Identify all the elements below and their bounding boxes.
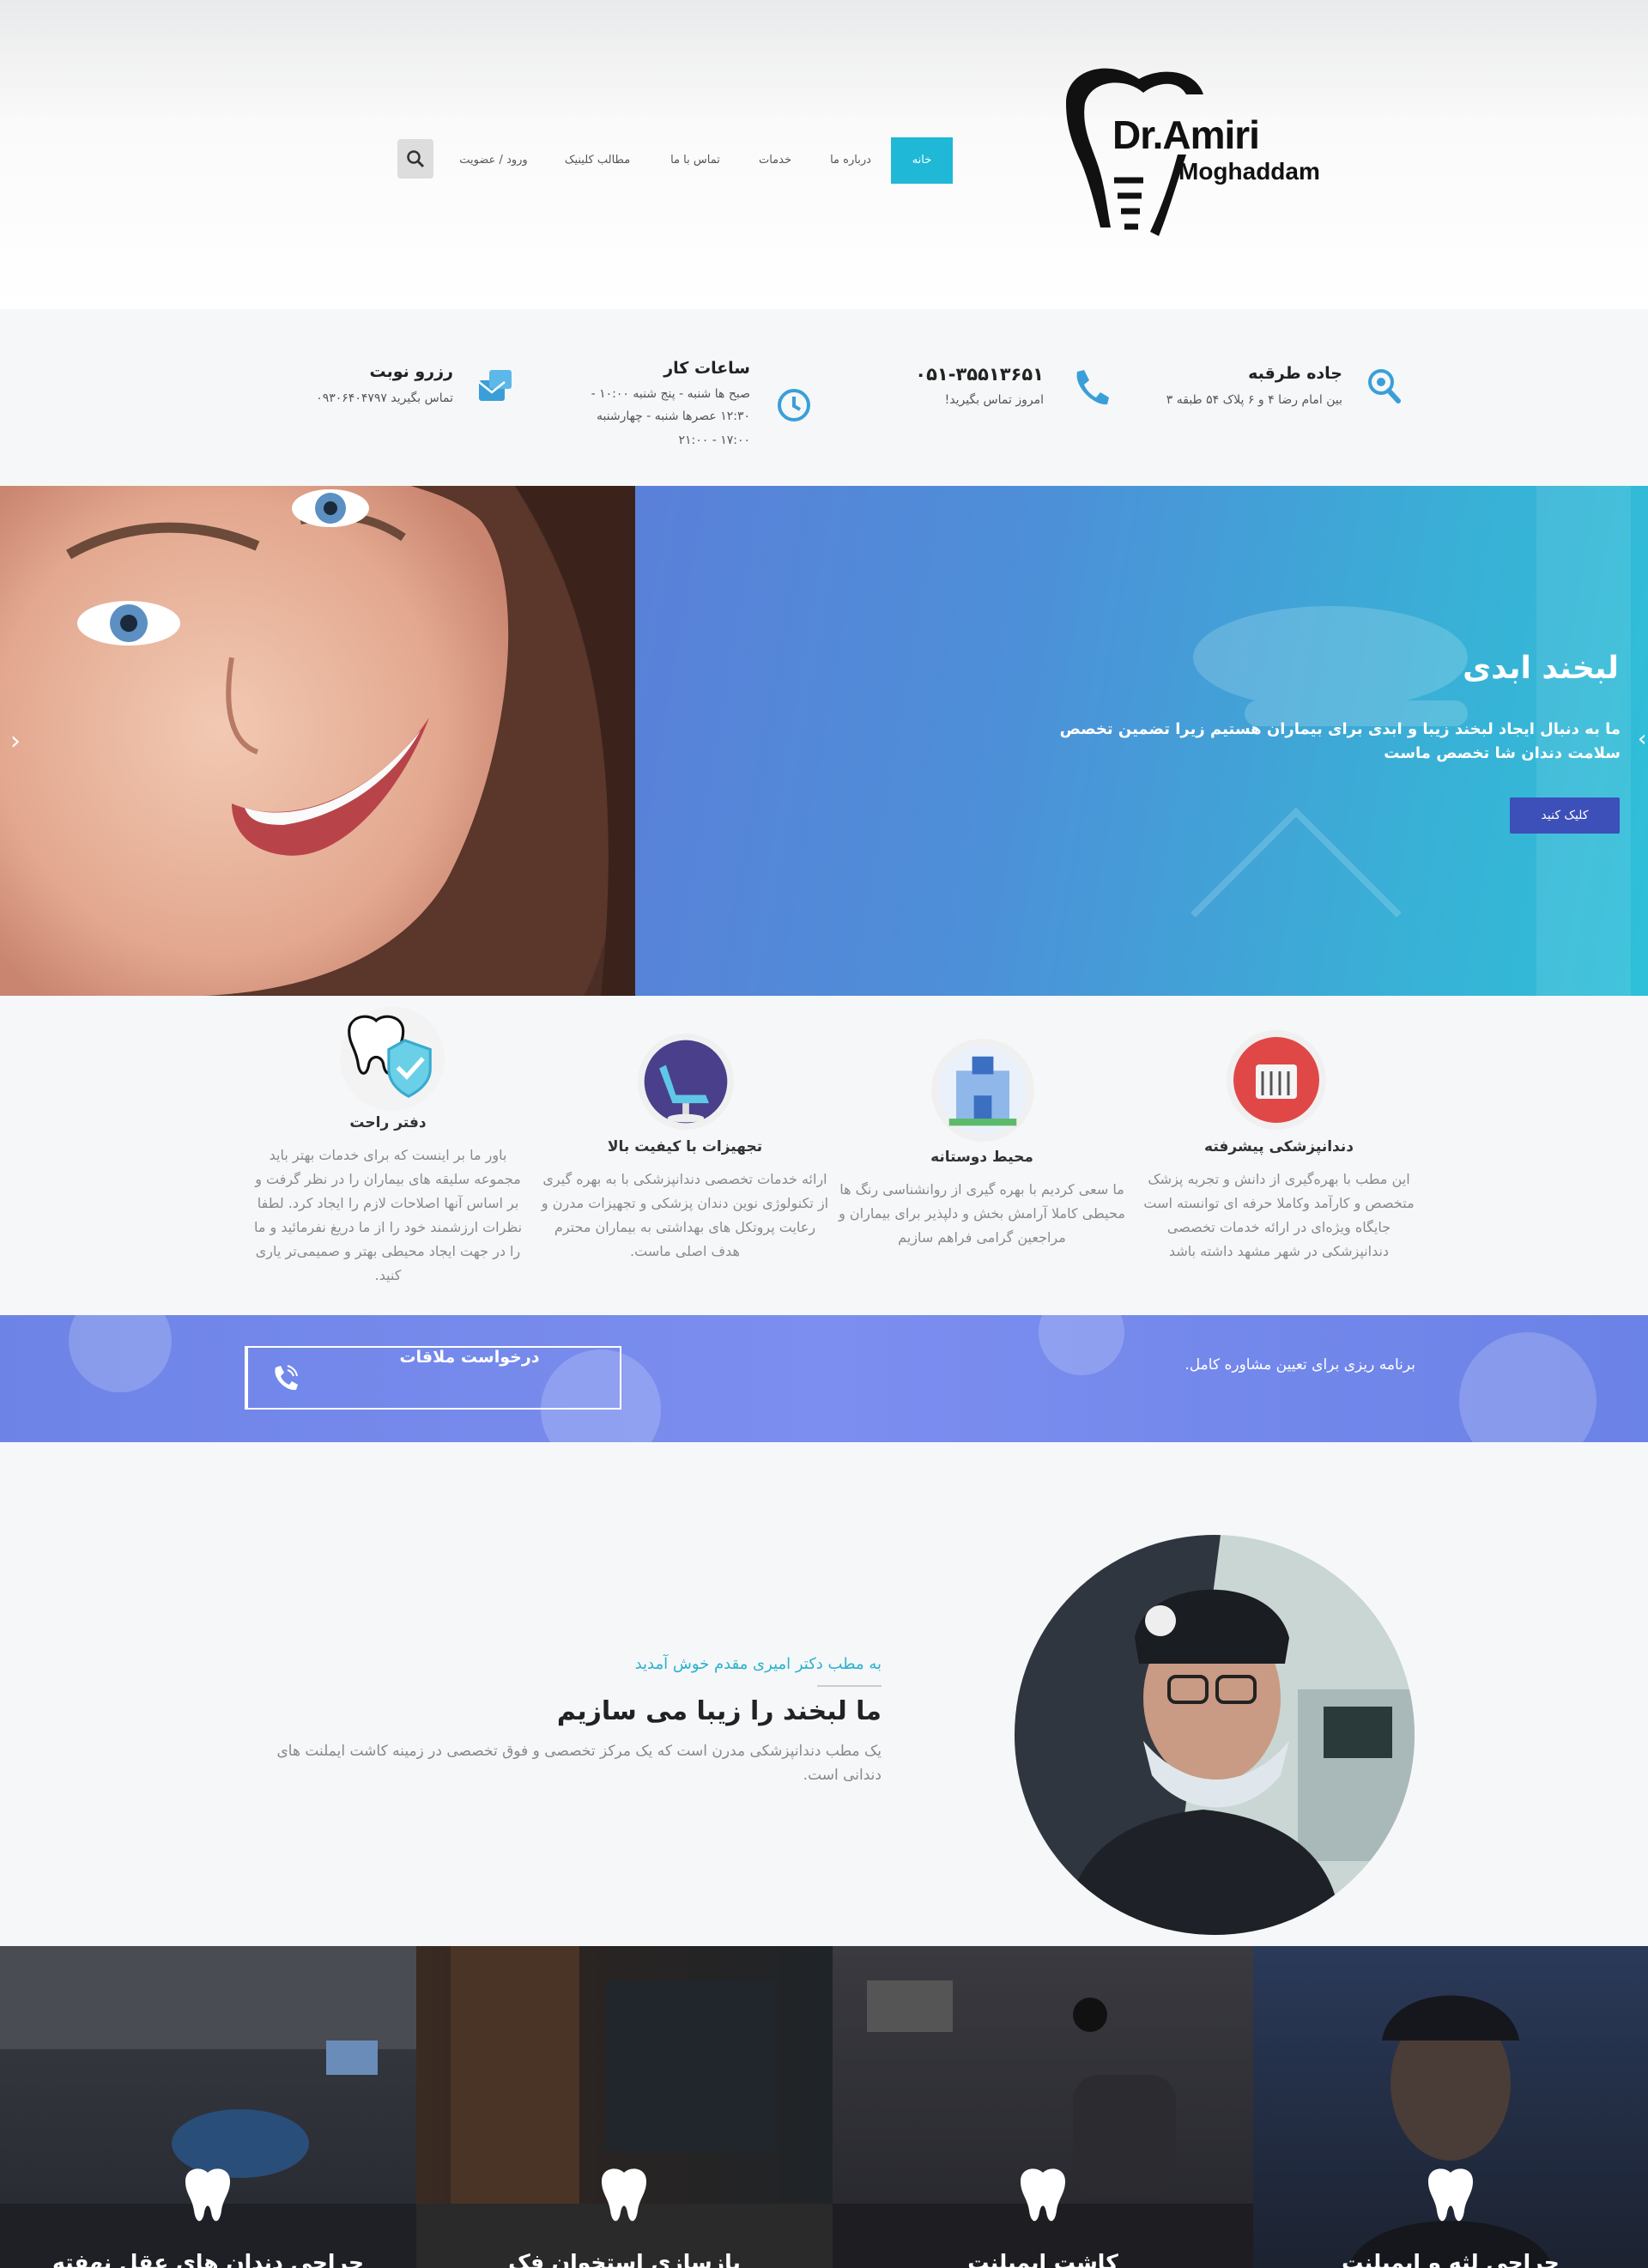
service-title: کاشت ایمپلنت <box>967 2250 1118 2268</box>
search-button[interactable] <box>397 139 433 179</box>
tooth-icon <box>602 2168 646 2222</box>
dental-chair-icon <box>637 1033 735 1131</box>
feature-title-advanced: دندانپزشکی پیشرفته <box>1204 1138 1354 1155</box>
feature-text-advanced: این مطب با بهره‌گیری از دانش و تجربه پزش… <box>1143 1171 1415 1259</box>
hero-title: لبخند ابدی <box>1463 651 1619 686</box>
doctor-portrait <box>1015 1535 1415 1935</box>
nav-services[interactable]: خدمات <box>745 137 805 184</box>
feature-text-office: باور ما بر اینست که برای خدمات بهتر باید… <box>253 1147 523 1283</box>
appointment-band: برنامه ریزی برای تعیین مشاوره کامل. درخو… <box>0 1315 1648 1442</box>
feature-title-equipment: تجهیزات با کیفیت بالا <box>607 1138 763 1155</box>
tooth-icon <box>185 2168 230 2222</box>
service-title: بازسازی استخوان فک <box>508 2250 741 2268</box>
hours-line2: ۱۲:۳۰ عصرها شنبه - چهارشنبه <box>596 409 750 423</box>
welcome-text: یک مطب دندانپزشکی مدرن است که یک مرکز تخ… <box>276 1743 882 1784</box>
cta-text: برنامه ریزی برای تعیین مشاوره کامل. <box>1184 1356 1415 1374</box>
service-card-bone-reconstruction[interactable]: بازسازی استخوان فک <box>416 1946 833 2268</box>
tooth-icon <box>1428 2168 1473 2222</box>
feature-title-office: دفتر راحت <box>349 1114 427 1131</box>
booking-envelope-icon <box>478 370 512 401</box>
service-card-implant[interactable]: کاشت ایمپلنت <box>833 1946 1253 2268</box>
booking-title: رزرو نوبت <box>369 362 453 381</box>
site-header: Dr.Amiri Moghaddam خانه درباره ما خدمات … <box>0 0 1648 309</box>
brand-subname: Moghaddam <box>1178 158 1320 185</box>
phone-number[interactable]: ۰۵۱-۳۵۵۱۳۶۵۱ <box>915 364 1044 385</box>
address-title: جاده طرقبه <box>1248 364 1342 383</box>
slider-next-arrow[interactable]: › <box>1638 726 1646 752</box>
tooth-shield-icon <box>340 1006 445 1111</box>
service-title: جراحی دندان های عقل نهفته <box>52 2250 365 2268</box>
search-icon <box>407 150 425 168</box>
services-strip: جراحی لثه و ایمپلنت کاشت ایمپلنت بازسازی… <box>0 1946 1648 2268</box>
hero-text: ما به دنبال ایجاد لبخند زیبا و ابدی برای… <box>1059 720 1621 762</box>
hours-line3: ۱۷:۰۰ - ۲۱:۰۰ <box>678 434 750 447</box>
hours-title: ساعات کار <box>663 359 750 378</box>
nav-blog[interactable]: مطالب کلینیک <box>558 137 637 184</box>
hours-line1: صبح ها شنبه - پنج شنبه ۱۰:۰۰ - <box>591 387 750 401</box>
nav-about[interactable]: درباره ما <box>822 137 879 184</box>
request-appointment-button[interactable]: درخواست ملاقات <box>245 1346 621 1410</box>
welcome-title: ما لبخند را زیبا می سازیم <box>556 1696 882 1726</box>
nav-contact[interactable]: تماس با ما <box>661 137 730 184</box>
feature-title-friendly: محیط دوستانه <box>930 1149 1033 1166</box>
feature-text-friendly: ما سعی کردیم با بهره گیری از روانشناسی ر… <box>839 1181 1125 1246</box>
dental-tools-icon <box>1227 1030 1326 1130</box>
smiling-woman-image <box>0 486 635 996</box>
booking-phone[interactable]: تماس بگیرید ۰۹۳۰۶۴۰۴۷۹۷ <box>316 387 453 409</box>
service-card-implant-surgery[interactable]: جراحی لثه و ایمپلنت <box>1253 1946 1648 2268</box>
hero-cta-button[interactable]: کلیک کنید <box>1510 797 1620 834</box>
service-title: جراحی لثه و ایمپلنت <box>1342 2250 1560 2268</box>
slider-prev-arrow[interactable]: ‹ <box>10 726 21 756</box>
phone-note: امروز تماس بگیرید! <box>944 393 1044 407</box>
tooth-icon <box>1021 2168 1065 2222</box>
nav-home[interactable]: خانه <box>891 137 953 184</box>
service-card-wisdom-teeth[interactable]: جراحی دندان های عقل نهفته <box>0 1946 416 2268</box>
phone-icon <box>1076 370 1109 405</box>
phone-ring-icon <box>246 1348 321 1408</box>
hero-slider: ‹ › لبخند ابدی ما به دنبال ایجاد لبخند ز… <box>0 486 1648 996</box>
feature-text-equipment: ارائه خدمات تخصصی دندانپزشکی با به بهره … <box>541 1171 829 1259</box>
address-text: بین امام رضا ۴ و ۶ پلاک ۵۴ طبقه ۳ <box>1166 393 1342 407</box>
clinic-building-icon <box>931 1039 1034 1142</box>
clock-icon <box>778 389 810 421</box>
brand-name: Dr.Amiri <box>1112 112 1260 157</box>
nav-login[interactable]: ورود / عضویت <box>451 137 536 184</box>
welcome-subtitle: به مطب دکتر امیری مقدم خوش آمدید <box>634 1655 882 1673</box>
welcome-divider <box>817 1685 882 1687</box>
request-appointment-label: درخواست ملاقات <box>399 1348 540 1367</box>
location-search-icon <box>1368 369 1401 403</box>
